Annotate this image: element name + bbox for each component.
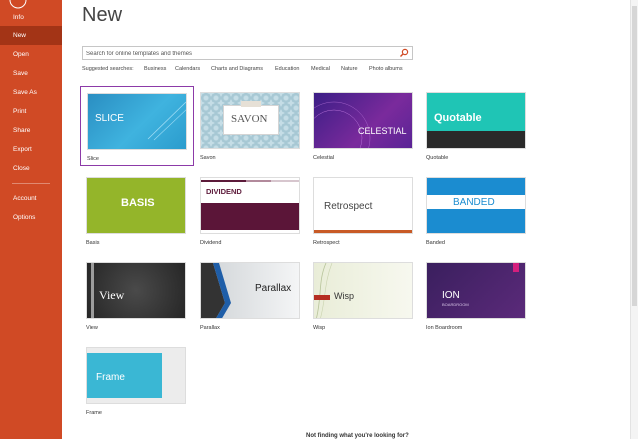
sidebar-item-open[interactable]: Open xyxy=(0,45,62,64)
template-tile-wisp[interactable]: Wisp Wisp xyxy=(307,256,413,331)
template-thumb-text: SAVON xyxy=(231,113,268,125)
celestial-arcs-graphic xyxy=(314,101,371,148)
template-thumb-text: CELESTIAL xyxy=(358,126,407,136)
template-thumbnail: DIVIDEND xyxy=(200,177,300,234)
template-thumbnail: SLICE xyxy=(87,93,187,150)
wisp-vines-graphic xyxy=(316,263,333,318)
template-thumb-text: Retrospect xyxy=(324,201,373,212)
suggested-link-business[interactable]: Business xyxy=(144,66,166,72)
template-thumb-text: Frame xyxy=(96,372,125,383)
template-label: Celestial xyxy=(313,155,335,161)
page-title: New xyxy=(82,4,123,26)
template-thumbnail: SAVON xyxy=(200,92,300,149)
template-thumbnail: Parallax xyxy=(200,262,300,319)
template-tile-savon[interactable]: SAVON Savon xyxy=(194,86,300,161)
template-tile-celestial[interactable]: CELESTIAL Celestial xyxy=(307,86,413,161)
template-thumbnail: CELESTIAL xyxy=(313,92,413,149)
template-tile-banded[interactable]: BANDED Banded xyxy=(420,171,526,246)
template-tile-retrospect[interactable]: Retrospect Retrospect xyxy=(307,171,413,246)
template-tile-slice[interactable]: SLICE Slice xyxy=(80,86,194,166)
wisp-marker xyxy=(314,295,330,300)
suggested-link-calendars[interactable]: Calendars xyxy=(175,66,200,72)
template-thumb-text: Parallax xyxy=(255,283,292,294)
template-thumbnail: Quotable xyxy=(426,92,526,149)
dividend-block xyxy=(201,203,299,230)
suggested-link-education[interactable]: Education xyxy=(275,66,299,72)
sidebar-item-share[interactable]: Share xyxy=(0,121,62,140)
sidebar-item-info[interactable]: Info xyxy=(0,8,62,27)
not-finding-link[interactable]: Not finding what you're looking for? xyxy=(306,433,409,439)
vertical-scrollbar[interactable] xyxy=(630,0,638,439)
sidebar-item-close[interactable]: Close xyxy=(0,159,62,178)
template-label: Basis xyxy=(86,240,100,246)
sidebar-item-save[interactable]: Save xyxy=(0,64,62,83)
template-label: Dividend xyxy=(200,240,222,246)
template-label: Frame xyxy=(86,410,102,416)
template-tile-quotable[interactable]: Quotable Quotable xyxy=(420,86,526,161)
scrollbar-thumb[interactable] xyxy=(632,6,637,306)
template-label: Wisp xyxy=(313,325,326,331)
search-box xyxy=(82,46,413,60)
template-tile-ion-boardroom[interactable]: ION BOARDROOM Ion Boardroom xyxy=(420,256,526,331)
suggested-link-photo-albums[interactable]: Photo albums xyxy=(369,66,403,72)
sidebar-item-options[interactable]: Options xyxy=(0,208,62,227)
suggested-link-charts-and-diagrams[interactable]: Charts and Diagrams xyxy=(211,66,263,72)
template-label: Slice xyxy=(87,156,99,162)
savon-tab xyxy=(241,101,261,107)
template-tile-view[interactable]: View View xyxy=(80,256,186,331)
template-thumbnail: Frame xyxy=(86,347,186,404)
template-thumb-text: Wisp xyxy=(334,291,354,301)
template-tile-frame[interactable]: Frame Frame xyxy=(80,341,186,416)
template-tile-dividend[interactable]: DIVIDEND Dividend xyxy=(194,171,300,246)
retrospect-bottom-bar xyxy=(314,230,412,233)
template-label: Savon xyxy=(200,155,216,161)
template-thumb-text: BANDED xyxy=(453,197,495,208)
suggested-link-nature[interactable]: Nature xyxy=(341,66,358,72)
suggested-searches-label: Suggested searches: xyxy=(82,66,134,72)
template-thumb-text: DIVIDEND xyxy=(206,187,242,196)
sidebar-item-new[interactable]: New xyxy=(0,26,62,45)
suggested-link-medical[interactable]: Medical xyxy=(311,66,330,72)
template-thumb-text: BASIS xyxy=(121,197,155,209)
template-label: View xyxy=(86,325,98,331)
template-label: Parallax xyxy=(200,325,220,331)
sidebar-item-save-as[interactable]: Save As xyxy=(0,83,62,102)
template-tile-basis[interactable]: BASIS Basis xyxy=(80,171,186,246)
template-thumb-subtext: BOARDROOM xyxy=(442,302,469,307)
search-icon[interactable] xyxy=(399,48,409,58)
template-thumb-text: ION xyxy=(442,290,460,301)
template-tile-parallax[interactable]: Parallax Parallax xyxy=(194,256,300,331)
sidebar-item-export[interactable]: Export xyxy=(0,140,62,159)
ion-tab-marker xyxy=(513,263,519,272)
template-label: Quotable xyxy=(426,155,449,161)
sidebar-item-print[interactable]: Print xyxy=(0,102,62,121)
template-thumbnail: View xyxy=(86,262,186,319)
template-thumb-text: View xyxy=(99,288,125,302)
dividend-top-rule xyxy=(201,180,299,182)
template-label: Banded xyxy=(426,240,445,246)
template-thumbnail: BASIS xyxy=(86,177,186,234)
sidebar-divider xyxy=(12,183,50,184)
template-thumb-text: SLICE xyxy=(95,113,124,124)
sidebar-item-account[interactable]: Account xyxy=(0,189,62,208)
template-label: Retrospect xyxy=(313,240,340,246)
template-thumbnail: BANDED xyxy=(426,177,526,234)
template-label: Ion Boardroom xyxy=(426,325,463,331)
template-thumb-text: Quotable xyxy=(434,112,482,124)
backstage-sidebar: Info New Open Save Save As Print Share E… xyxy=(0,0,62,439)
template-thumbnail: ION BOARDROOM xyxy=(426,262,526,319)
search-input[interactable] xyxy=(86,48,386,59)
template-thumbnail: Wisp xyxy=(313,262,413,319)
view-side-bar xyxy=(91,263,94,318)
template-thumbnail: Retrospect xyxy=(313,177,413,234)
